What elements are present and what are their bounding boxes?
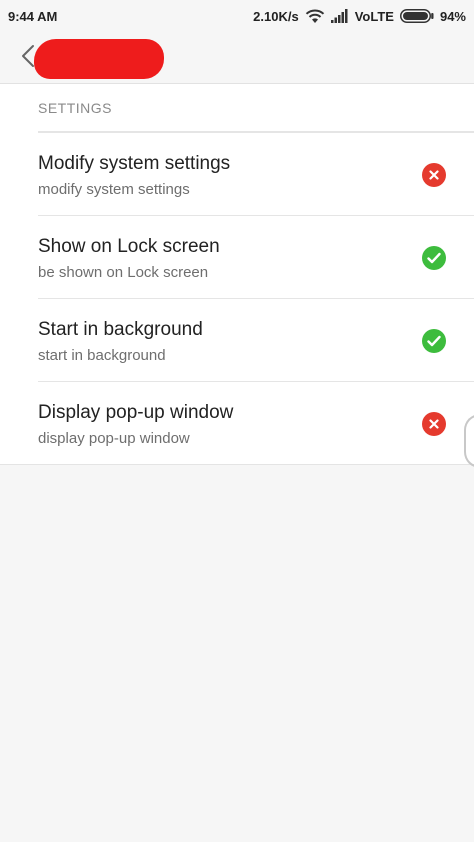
battery-percent: 94% <box>439 8 466 24</box>
denied-icon[interactable] <box>422 163 446 187</box>
permission-subtitle: start in background <box>38 347 166 364</box>
permission-row-show-on-lock-screen[interactable]: Show on Lock screen be shown on Lock scr… <box>38 215 474 298</box>
permission-row-display-pop-up-window[interactable]: Display pop-up window display pop-up win… <box>38 381 474 464</box>
allowed-icon[interactable] <box>422 246 446 270</box>
edge-scroll-handle[interactable] <box>464 414 474 468</box>
wifi-icon <box>305 8 325 24</box>
permission-title: Display pop-up window <box>38 402 234 423</box>
denied-icon[interactable] <box>422 412 446 436</box>
permission-row-modify-system-settings[interactable]: Modify system settings modify system set… <box>38 132 474 215</box>
section-header: SETTINGS <box>38 100 113 116</box>
title-redaction <box>34 39 164 79</box>
app-header <box>0 32 474 84</box>
allowed-icon[interactable] <box>422 329 446 353</box>
network-type: VoLTE <box>354 8 394 24</box>
status-right: 2.10K/s VoLTE 94% <box>253 8 466 24</box>
permissions-list: SETTINGS Modify system settings modify s… <box>0 84 474 465</box>
permission-subtitle: be shown on Lock screen <box>38 264 209 281</box>
status-time: 9:44 AM <box>8 8 58 24</box>
permission-title: Modify system settings <box>38 153 231 174</box>
permission-title: Show on Lock screen <box>38 236 220 257</box>
permission-subtitle: modify system settings <box>38 181 190 198</box>
permission-row-start-in-background[interactable]: Start in background start in background <box>38 298 474 381</box>
permission-title: Start in background <box>38 319 203 340</box>
status-bar: 9:44 AM 2.10K/s VoLTE 94% <box>0 0 474 32</box>
signal-icon <box>330 9 349 23</box>
battery-icon <box>399 9 434 23</box>
permission-subtitle: display pop-up window <box>38 430 190 447</box>
chevron-left-icon <box>21 44 35 73</box>
network-speed: 2.10K/s <box>253 8 299 24</box>
